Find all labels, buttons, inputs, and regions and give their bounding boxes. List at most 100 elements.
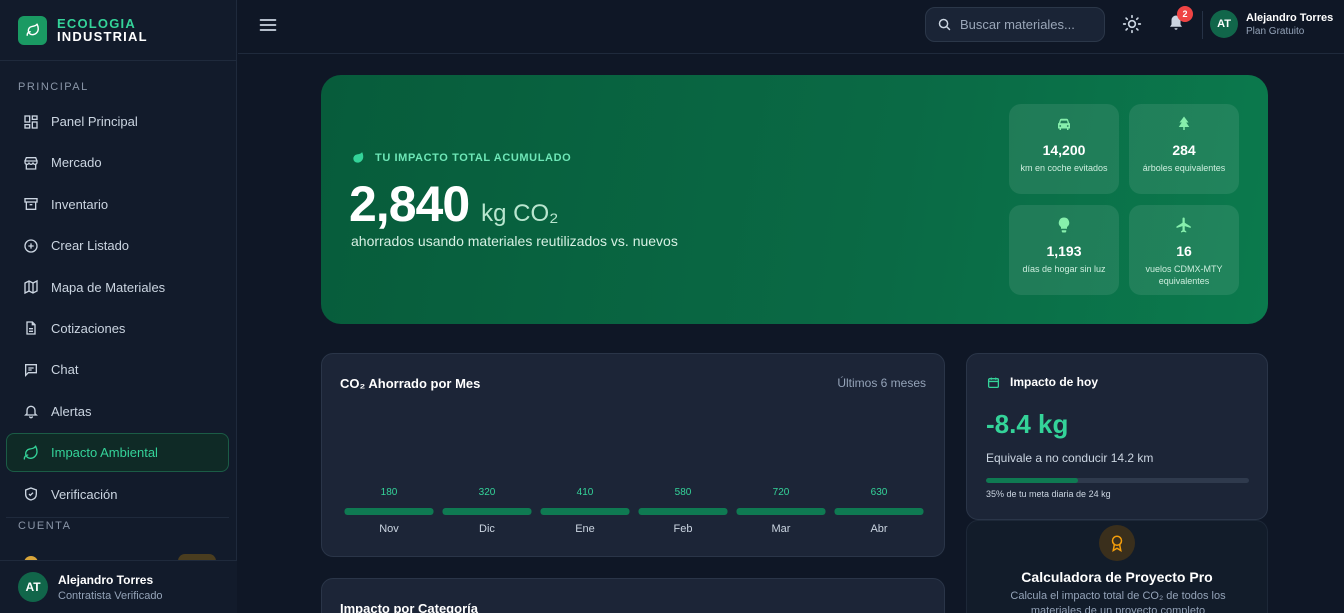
sidebar-item-panel-principal[interactable]: Panel Principal bbox=[6, 102, 229, 141]
dashboard-icon bbox=[24, 114, 38, 129]
sidebar-item-label: Mercado bbox=[51, 155, 102, 171]
avatar: AT bbox=[18, 572, 48, 602]
stat-label: días de hogar sin luz bbox=[1022, 264, 1106, 274]
stat-card-km: 14,200 km en coche evitados bbox=[1009, 104, 1119, 194]
sidebar-item-inventario[interactable]: Inventario bbox=[6, 185, 229, 224]
award-icon bbox=[1111, 535, 1123, 552]
sidebar-divider bbox=[6, 517, 229, 518]
archive-icon bbox=[24, 198, 38, 211]
calendar-icon bbox=[987, 377, 1000, 388]
category-card-title: Impacto por Categoría bbox=[340, 601, 478, 613]
chart-value-label: 720 bbox=[773, 487, 790, 498]
chart-bar-nov[interactable] bbox=[344, 508, 434, 515]
hero-label-text: TU IMPACTO TOTAL ACUMULADO bbox=[375, 152, 572, 164]
sidebar-item-label: Cotizaciones bbox=[51, 320, 126, 336]
topbar-user-profile[interactable]: AT Alejandro Torres Plan Gratuito bbox=[1210, 10, 1333, 38]
brand[interactable]: ECOLOGIA INDUSTRIAL bbox=[0, 0, 236, 61]
sidebar-item-cotizaciones[interactable]: Cotizaciones bbox=[6, 309, 229, 348]
chart-bar-abr[interactable] bbox=[834, 508, 924, 515]
menu-button[interactable] bbox=[258, 15, 280, 37]
chart-category-label: Mar bbox=[772, 523, 791, 535]
hero-description: ahorrados usando materiales reutilizados… bbox=[351, 233, 678, 249]
today-description: Equivale a no conducir 14.2 km bbox=[986, 451, 1154, 465]
impact-hero-banner: TU IMPACTO TOTAL ACUMULADO 2,840 kg CO₂ … bbox=[321, 75, 1268, 324]
co2-monthly-chart-card: CO₂ Ahorrado por Mes Últimos 6 meses 180… bbox=[321, 353, 945, 557]
chat-icon bbox=[25, 363, 37, 377]
sidebar-item-impacto-ambiental[interactable]: Impacto Ambiental bbox=[6, 433, 229, 473]
stat-card-trees: 284 árboles equivalentes bbox=[1129, 104, 1239, 194]
today-title-text: Impacto de hoy bbox=[1010, 375, 1099, 389]
hero-value: 2,840 kg CO₂ bbox=[349, 175, 558, 233]
sidebar: ECOLOGIA INDUSTRIAL PRINCIPAL Panel Prin… bbox=[0, 0, 237, 613]
trees-icon bbox=[1178, 116, 1190, 130]
bar-chart: 180 Nov 320 Dic 410 Ene 580 Feb 720 Mar 630 Abr bbox=[344, 487, 924, 535]
hero-number: 2,840 bbox=[349, 176, 470, 232]
theme-toggle-button[interactable] bbox=[1122, 14, 1142, 34]
sidebar-item-alertas[interactable]: Alertas bbox=[6, 392, 229, 431]
store-icon bbox=[24, 156, 38, 170]
sidebar-item-verificacion[interactable]: Verificación bbox=[6, 475, 229, 514]
stat-label: km en coche evitados bbox=[1020, 163, 1108, 173]
today-impact-card: Impacto de hoy -8.4 kg Equivale a no con… bbox=[966, 353, 1268, 520]
category-impact-card: Impacto por Categoría bbox=[321, 578, 945, 613]
sidebar-item-label: Impacto Ambiental bbox=[51, 445, 158, 461]
chart-category-label: Nov bbox=[379, 523, 399, 535]
avatar: AT bbox=[1210, 10, 1238, 38]
section-label-cuenta: CUENTA bbox=[18, 520, 72, 532]
daily-goal-progress bbox=[986, 478, 1249, 483]
search-icon bbox=[938, 18, 951, 31]
user-plan: Plan Gratuito bbox=[1246, 25, 1305, 37]
topbar-divider bbox=[1202, 11, 1203, 39]
stat-value: 16 bbox=[1176, 243, 1192, 259]
sidebar-item-label: Verificación bbox=[51, 486, 118, 502]
sidebar-item-label: Panel Principal bbox=[51, 114, 138, 129]
bell-icon bbox=[24, 405, 38, 419]
chart-bar-dic[interactable] bbox=[442, 508, 532, 515]
sidebar-item-label: Inventario bbox=[51, 196, 109, 212]
chart-bar-mar[interactable] bbox=[736, 508, 826, 515]
leaf-logo-icon bbox=[18, 15, 47, 45]
lightbulb-icon bbox=[1058, 217, 1070, 233]
sun-icon bbox=[1122, 14, 1142, 34]
stat-value: 1,193 bbox=[1046, 243, 1082, 259]
topbar: 2 AT Alejandro Torres Plan Gratuito bbox=[238, 0, 1344, 54]
chart-value-label: 580 bbox=[675, 487, 692, 498]
chart-bar-ene[interactable] bbox=[540, 508, 630, 515]
sidebar-item-crear-listado[interactable]: Crear Listado bbox=[6, 226, 229, 265]
sidebar-item-mercado[interactable]: Mercado bbox=[6, 143, 229, 182]
sidebar-item-label: Crear Listado bbox=[51, 238, 130, 254]
chart-value-label: 320 bbox=[479, 487, 496, 498]
stat-card-days: 1,193 días de hogar sin luz bbox=[1009, 205, 1119, 295]
chart-value-label: 630 bbox=[871, 487, 888, 498]
map-icon bbox=[24, 279, 38, 295]
chart-value-label: 180 bbox=[381, 487, 398, 498]
pro-calculator-card[interactable]: Calculadora de Proyecto Pro Calcula el i… bbox=[966, 520, 1268, 613]
notification-count-badge: 2 bbox=[1177, 6, 1193, 22]
chart-category-label: Abr bbox=[870, 523, 887, 535]
chart-category-label: Ene bbox=[575, 523, 595, 535]
plus-circle-icon bbox=[24, 239, 38, 253]
pro-title: Calculadora de Proyecto Pro bbox=[1021, 569, 1213, 585]
user-role: Contratista Verificado bbox=[58, 589, 163, 602]
sidebar-item-label: Alertas bbox=[51, 403, 92, 419]
today-value: -8.4 kg bbox=[986, 409, 1069, 439]
sidebar-user-profile[interactable]: AT Alejandro Torres Contratista Verifica… bbox=[0, 560, 237, 613]
brand-name: ECOLOGIA INDUSTRIAL bbox=[57, 17, 148, 43]
sidebar-nav: Panel Principal Mercado Inventario Crear… bbox=[6, 102, 229, 516]
search-box[interactable] bbox=[925, 7, 1105, 42]
chart-category-label: Feb bbox=[674, 523, 693, 535]
search-input[interactable] bbox=[960, 17, 1090, 32]
sidebar-item-chat[interactable]: Chat bbox=[6, 350, 229, 389]
chart-bar-feb[interactable] bbox=[638, 508, 728, 515]
section-label-principal: PRINCIPAL bbox=[18, 81, 89, 93]
hamburger-icon bbox=[259, 19, 277, 31]
leaf-icon bbox=[23, 444, 38, 460]
today-title: Impacto de hoy bbox=[987, 375, 1098, 389]
sidebar-item-clipped[interactable] bbox=[0, 548, 237, 560]
sidebar-item-mapa-materiales[interactable]: Mapa de Materiales bbox=[6, 268, 229, 307]
award-icon-wrapper bbox=[1099, 525, 1135, 561]
sidebar-item-label: Mapa de Materiales bbox=[51, 279, 166, 295]
hero-unit: kg CO₂ bbox=[481, 200, 559, 227]
progress-fill bbox=[986, 478, 1079, 483]
stat-label: vuelos CDMX-MTY equivalentes bbox=[1145, 264, 1223, 286]
